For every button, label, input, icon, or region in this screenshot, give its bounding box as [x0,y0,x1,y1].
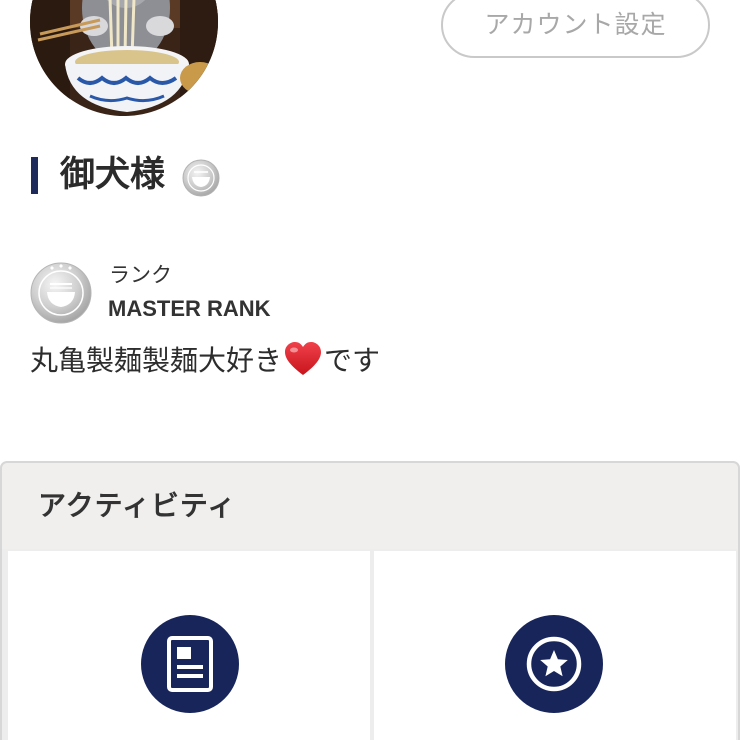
profile-bio: 丸亀製麺製麺大好き です [30,341,380,381]
activity-item-articles[interactable] [8,551,370,740]
heart-icon [283,341,323,377]
bio-text-after: です [324,344,381,377]
star-icon [505,615,603,713]
article-icon [141,615,239,713]
account-settings-button[interactable]: アカウント設定 [441,0,710,58]
activity-item-favorites[interactable] [374,551,736,740]
avatar-image [30,0,218,116]
profile-page: アカウント設定 御犬様 ランク MASTER RANK 丸亀製麺製麺大好き です… [0,0,740,740]
activity-title: アクティビティ [38,489,237,522]
bio-text-before: 丸亀製麺製麺大好き [30,344,283,377]
ramen-bowl-badge-icon [182,159,220,197]
rank-value: MASTER RANK [108,296,271,321]
master-rank-badge-icon [30,262,92,324]
rank-label: ランク [109,263,172,287]
name-accent-bar [31,157,38,194]
activity-panel: アクティビティ [0,461,740,740]
avatar[interactable] [30,0,218,116]
activity-header: アクティビティ [2,463,738,549]
user-name: 御犬様 [60,155,166,195]
